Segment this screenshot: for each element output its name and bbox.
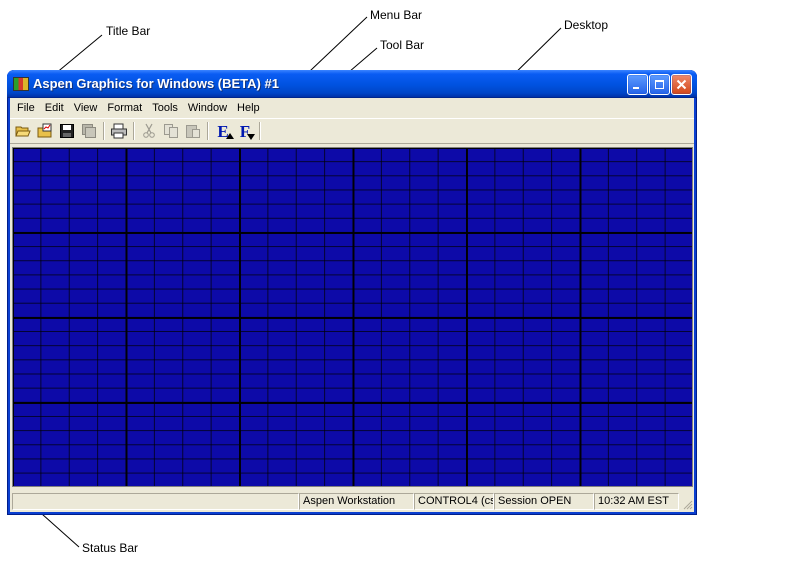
window-title: Aspen Graphics for Windows (BETA) #1: [33, 76, 279, 91]
menu-help[interactable]: Help: [232, 101, 265, 115]
save-all-button[interactable]: [79, 121, 99, 141]
paste-button[interactable]: [183, 121, 203, 141]
minimize-button[interactable]: [627, 74, 648, 95]
menu-tools[interactable]: Tools: [147, 101, 183, 115]
save-icon: [60, 124, 74, 138]
cut-button[interactable]: [139, 121, 159, 141]
export-up-icon: E: [217, 123, 234, 140]
status-pane-session: Session OPEN: [494, 493, 594, 510]
maximize-button[interactable]: [649, 74, 670, 95]
status-pane-control: CONTROL4 (cs): [414, 493, 494, 510]
export-down-button[interactable]: F: [235, 121, 256, 141]
tool-bar: E F: [10, 118, 694, 144]
window-client-area: File Edit View Format Tools Window Help: [10, 98, 694, 512]
print-button[interactable]: [109, 121, 129, 141]
copy-button[interactable]: [161, 121, 181, 141]
title-bar-leader: [54, 34, 103, 75]
close-icon: [676, 79, 687, 90]
status-bar: Aspen Workstation CONTROL4 (cs) Session …: [10, 491, 694, 511]
desktop-area[interactable]: [12, 147, 693, 487]
toolbar-separator: [259, 122, 261, 140]
toolbar-separator: [133, 122, 135, 140]
print-icon: [111, 123, 127, 139]
callout-tool-bar: Tool Bar: [380, 38, 425, 52]
open-folder-icon: [15, 126, 31, 137]
save-button[interactable]: [57, 121, 77, 141]
callout-menu-bar: Menu Bar: [370, 8, 423, 22]
export-up-button[interactable]: E: [213, 121, 234, 141]
export-down-icon: F: [240, 123, 256, 140]
open-chart-button[interactable]: [35, 121, 55, 141]
menu-format[interactable]: Format: [102, 101, 147, 115]
close-button[interactable]: [671, 74, 692, 95]
callout-status-bar: Status Bar: [82, 541, 139, 555]
status-pane-message: [12, 493, 299, 510]
callout-desktop: Desktop: [564, 18, 609, 32]
open-button[interactable]: [13, 121, 33, 141]
save-all-icon: [82, 124, 96, 138]
status-pane-workstation: Aspen Workstation: [299, 493, 414, 510]
title-bar[interactable]: Aspen Graphics for Windows (BETA) #1: [7, 70, 697, 98]
maximize-icon: [655, 80, 664, 89]
menu-bar: File Edit View Format Tools Window Help: [10, 98, 694, 117]
status-pane-clock: 10:32 AM EST: [594, 493, 679, 510]
documentation-figure: Title Bar Menu Bar Tool Bar Desktop Stat…: [0, 0, 805, 572]
menu-file[interactable]: File: [12, 101, 40, 115]
menu-window[interactable]: Window: [183, 101, 232, 115]
cut-icon: [143, 123, 155, 138]
toolbar-separator: [103, 122, 105, 140]
open-chart-icon: [37, 123, 52, 138]
minimize-icon: [633, 87, 639, 89]
menu-edit[interactable]: Edit: [40, 101, 69, 115]
menu-view[interactable]: View: [69, 101, 103, 115]
aspen-app-icon[interactable]: [13, 77, 29, 91]
copy-icon: [164, 124, 178, 138]
resize-grip-icon[interactable]: [681, 498, 693, 510]
application-window: Aspen Graphics for Windows (BETA) #1 Fil…: [7, 70, 697, 515]
paste-icon: [186, 125, 200, 138]
callout-title-bar: Title Bar: [106, 24, 151, 38]
toolbar-separator: [207, 122, 209, 140]
